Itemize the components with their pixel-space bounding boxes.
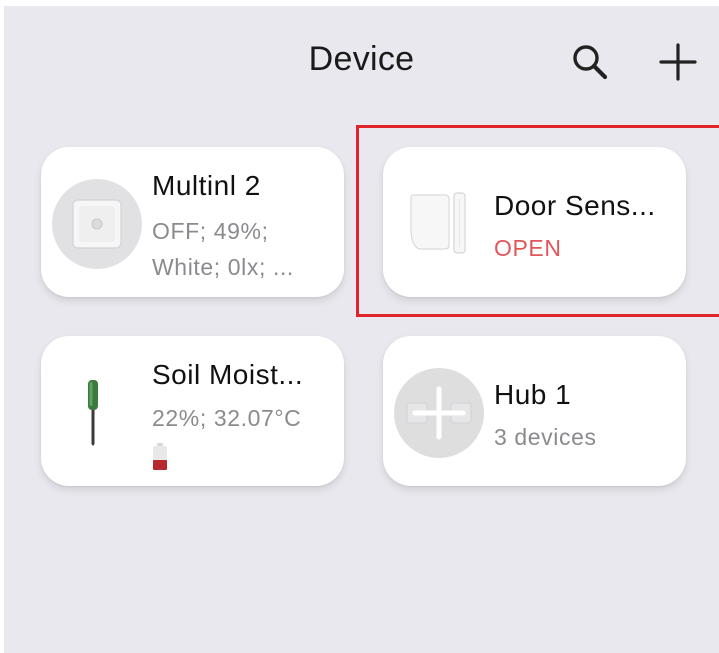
device-name: Hub 1 [494,379,572,410]
soil-probe-icon [81,378,105,451]
device-name: Multinl 2 [152,170,261,201]
device-name: Soil Moist... [152,359,304,390]
device-card-multinl[interactable]: Multinl 2 OFF; 49%; White; 0lx; ... [41,147,344,297]
device-card-door-sensor[interactable]: Door Sens... OPEN [383,147,686,297]
device-status: OPEN [494,235,562,261]
device-card-soil-moisture[interactable]: Soil Moist... 22%; 32.07°C [41,336,344,486]
battery-low-icon [152,443,168,476]
device-name: Door Sens... [494,190,656,221]
device-status: 22%; 32.07°C [152,405,302,431]
smart-plug-icon [51,178,143,275]
device-status-extra: White; 0lx; ... [152,254,294,280]
device-card-hub[interactable]: Hub 1 3 devices [383,336,686,486]
device-status: OFF; 49%; [152,218,269,244]
door-sensor-icon [405,189,475,260]
plus-icon [659,43,697,81]
add-device-button[interactable] [652,36,704,88]
search-button[interactable] [564,36,616,88]
search-icon [573,45,608,80]
hub-icon [393,367,485,464]
device-status: 3 devices [494,424,597,450]
device-list-screen: Device Multinl 2 OFF; 49%; White; 0lx; .… [4,6,719,653]
